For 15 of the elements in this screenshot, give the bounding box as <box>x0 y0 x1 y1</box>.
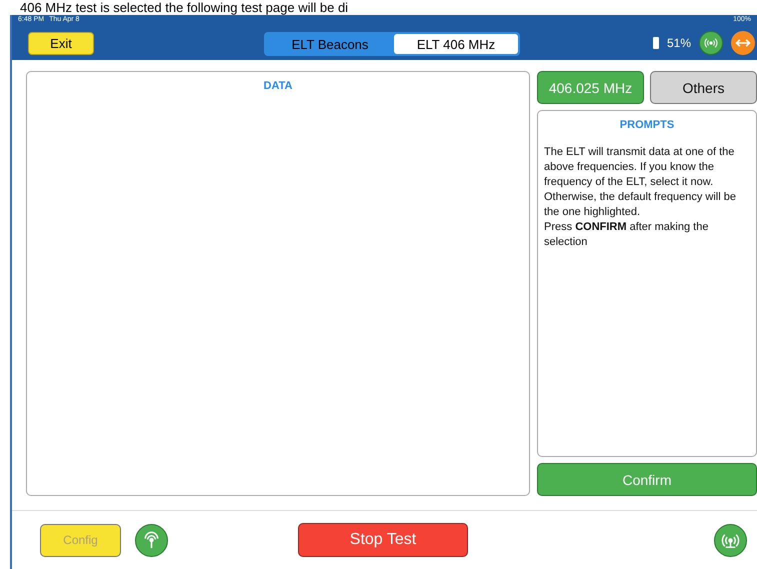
base-station-icon[interactable] <box>714 524 747 556</box>
prompt-text: Press CONFIRM after making the selection <box>543 220 710 250</box>
tab[interactable]: ELT Beacons <box>266 34 394 54</box>
tab[interactable]: ELT 406 MHz <box>394 34 518 54</box>
frequency-button[interactable]: Others <box>650 71 757 104</box>
battery-icon <box>652 37 659 49</box>
prompt-text: The ELT will transmit data at one of the above frequencies. If you know the frequency of the ELT, select it now. Otherwise, the default frequency will be the one highlighted. <box>543 145 737 220</box>
stop-test-button[interactable]: Stop Test <box>298 523 468 557</box>
antenna-icon[interactable] <box>699 31 723 55</box>
antenna-icon[interactable] <box>135 524 168 556</box>
caption-text: 406 MHz test is selected the following test page will be di <box>20 0 348 15</box>
exit-button[interactable]: Exit <box>28 32 94 54</box>
data-title: DATA <box>262 79 294 92</box>
battery-level: 51% <box>666 36 691 50</box>
prompts-title: PROMPTS <box>618 118 676 131</box>
